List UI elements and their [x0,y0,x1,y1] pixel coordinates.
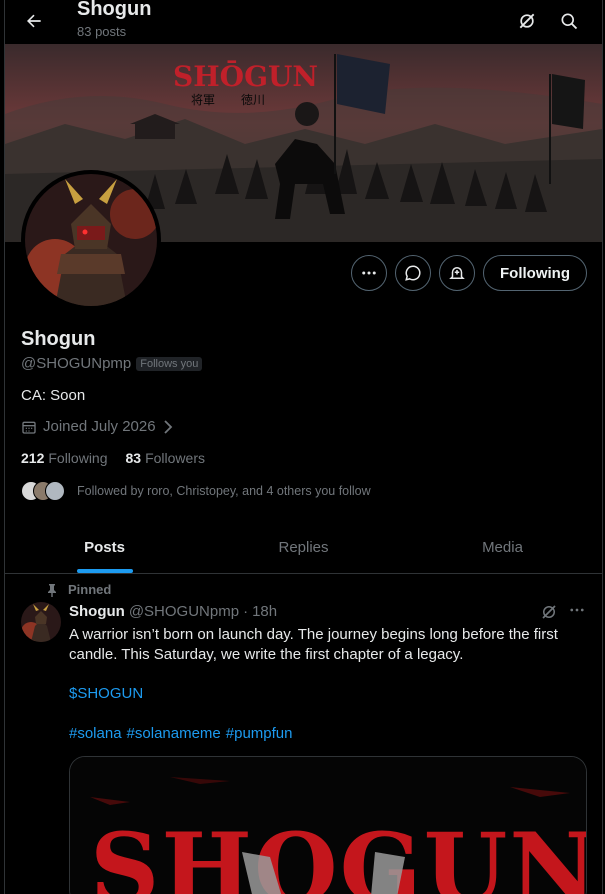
active-tab-indicator [76,569,133,573]
media-logo-text: SHOGUN [90,812,587,894]
back-arrow-icon [27,14,41,28]
handle-row: @SHOGUNpmp Follows you [21,355,203,372]
tab-label: Media [482,539,523,556]
pinned-label: Pinned [68,582,112,597]
avatar [45,481,65,501]
more-icon [570,608,584,612]
profile-avatar[interactable] [21,170,161,310]
followers-label: Followers [145,450,205,466]
banner-logo-text: SHŌGUN [173,60,318,93]
message-button[interactable] [395,255,431,291]
follow-stats: 212 Following 83 Followers [21,450,205,466]
hashtag-link[interactable]: #pumpfun [226,725,293,742]
post-author-avatar[interactable] [21,602,61,642]
tab-label: Posts [84,539,125,556]
following-count: 212 [21,450,45,466]
tab-replies[interactable]: Replies [204,522,403,573]
profile-header: Shogun 83 posts [5,0,602,44]
calendar-icon [22,421,36,434]
profile-tabs: Posts Replies Media [5,522,602,574]
hashtag-link[interactable]: #solanameme [127,725,221,742]
followers-count: 83 [125,450,142,466]
profile-bio: CA: Soon [21,387,86,404]
follows-you-badge: Follows you [136,356,203,371]
post-author-handle[interactable]: @SHOGUNpmp [129,603,239,620]
search-icon [561,13,578,30]
more-icon [362,271,376,275]
post-cashtag[interactable]: $SHOGUN [69,685,143,702]
post-hashtags: #solana #solanameme #pumpfun [69,725,292,742]
post-header: Shogun @SHOGUNpmp · 18h [69,603,277,620]
following-button[interactable]: Following [483,255,587,291]
post-author-name[interactable]: Shogun [69,603,125,620]
post-meta-separator: · [243,603,249,620]
following-stat[interactable]: 212 Following [21,450,108,466]
followed-by-text: Followed by roro, Christopey, and 4 othe… [77,484,371,498]
profile-name: Shogun [21,328,96,350]
pin-icon [48,583,56,597]
header-title: Shogun [77,0,152,20]
grok-icon [542,605,556,619]
media-artwork: SHOGUN [70,757,587,894]
followers-stat[interactable]: 83 Followers [126,450,205,466]
joined-date-row[interactable]: Joined July 2026 [21,418,174,435]
banner-kanji-right: 徳川 [241,92,265,107]
followed-by-row[interactable]: Followed by roro, Christopey, and 4 othe… [21,481,371,501]
post-avatar-image [21,602,61,642]
chevron-right-icon [163,419,172,434]
hashtag-link[interactable]: #solana [69,725,122,742]
bell-plus-icon [449,267,465,279]
grok-button[interactable] [510,4,544,38]
tab-label: Replies [278,539,329,556]
post-text: A warrior isn’t born on launch day. The … [69,626,558,663]
more-options-button[interactable] [351,255,387,291]
profile-handle: @SHOGUNpmp [21,355,132,372]
back-button[interactable] [17,4,51,38]
post-media-image[interactable]: SHOGUN [69,756,587,894]
post-timestamp[interactable]: 18h [252,603,277,620]
following-label: Following [48,450,108,466]
avatar-image [25,174,157,306]
tab-media[interactable]: Media [403,522,602,573]
header-post-count: 83 posts [77,24,127,39]
pinned-indicator: Pinned [46,582,111,597]
tab-posts[interactable]: Posts [5,522,204,573]
banner-kanji-left: 将軍 [191,93,215,107]
grok-icon [519,13,535,29]
notifications-button[interactable] [439,255,475,291]
search-button[interactable] [552,4,586,38]
message-bubble-icon [405,265,421,281]
follower-avatars [21,481,65,501]
joined-date: Joined July 2026 [43,418,156,435]
post-grok-button[interactable] [540,603,558,626]
post-more-button[interactable] [568,601,586,624]
